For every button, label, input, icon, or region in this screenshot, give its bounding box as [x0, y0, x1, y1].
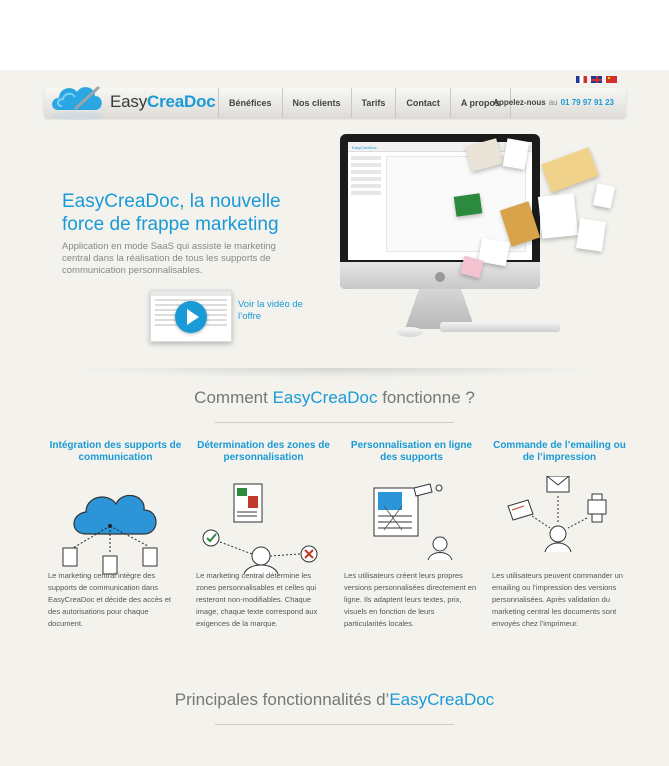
phone-contact: Appelez-nous au 01 79 97 91 23 — [493, 98, 614, 107]
hero-title: EasyCreaDoc, la nouvelle force de frappe… — [62, 191, 281, 235]
step-heading: Personnalisation en ligne des supports — [350, 440, 473, 463]
step-zones: Détermination des zones de personnalisat… — [196, 440, 331, 628]
step-heading: Intégration des supports de communicatio… — [49, 440, 182, 463]
features-title-rule — [215, 724, 454, 725]
nav-item-nos-clients[interactable]: Nos clients — [281, 88, 351, 118]
step-text: Les utilisateurs créent leurs propres ve… — [344, 571, 477, 628]
how-it-works-title: Comment EasyCreaDoc fonctionne ? — [0, 388, 669, 408]
email-print-order-icon — [492, 476, 627, 576]
nav-item-benefices[interactable]: Bénéfices — [218, 88, 282, 118]
section-shadow-divider — [70, 368, 599, 378]
how-title-prefix: Comment — [194, 388, 273, 407]
site-logo[interactable]: EasyCreaDoc — [48, 78, 216, 122]
apple-logo-icon — [435, 272, 445, 282]
phone-prefix: Appelez-nous — [493, 98, 546, 107]
hero-description: Application en mode SaaS qui assiste le … — [62, 241, 276, 276]
step-integration: Intégration des supports de communicatio… — [48, 440, 183, 628]
video-thumbnail[interactable] — [150, 290, 232, 342]
features-title: Principales fonctionnalités d’EasyCreaDo… — [0, 690, 669, 710]
play-icon[interactable] — [175, 301, 207, 333]
step-heading: Détermination des zones de personnalisat… — [197, 440, 330, 463]
flying-document — [576, 218, 606, 252]
step-personalisation: Personnalisation en ligne des supports L… — [344, 440, 479, 628]
step-text: Les utilisateurs peuvent commander un em… — [492, 571, 623, 628]
online-editing-icon — [344, 476, 479, 576]
how-title-rule — [215, 422, 454, 423]
language-switcher — [576, 76, 617, 83]
french-flag-icon[interactable] — [576, 76, 587, 83]
step-text: Le marketing central intègre des support… — [48, 571, 171, 628]
phone-number[interactable]: 01 79 97 91 23 — [561, 98, 614, 107]
china-flag-icon[interactable] — [606, 76, 617, 83]
how-title-brand: EasyCreaDoc — [272, 388, 378, 407]
flying-document — [453, 193, 483, 217]
flying-document — [537, 193, 579, 239]
step-heading: Commande de l’emailing ou de l’impressio… — [493, 440, 626, 463]
video-link[interactable]: Voir la vidéo de l’offre — [238, 299, 308, 323]
step-text: Le marketing central détermine les zones… — [196, 571, 318, 628]
nav-item-tarifs[interactable]: Tarifs — [350, 88, 396, 118]
mouse-illustration — [397, 327, 423, 337]
main-nav: Bénéfices Nos clients Tarifs Contact A p… — [218, 88, 512, 118]
uk-flag-icon[interactable] — [591, 76, 602, 83]
how-title-suffix: fonctionne ? — [377, 388, 475, 407]
zones-personalisation-icon — [196, 476, 331, 576]
logo-creadoc: CreaDoc — [147, 92, 216, 111]
logo-easy: Easy — [110, 92, 147, 111]
keyboard-illustration — [440, 322, 560, 332]
cloud-documents-icon — [48, 476, 183, 576]
step-commande: Commande de l’emailing ou de l’impressio… — [492, 440, 627, 628]
cloud-logo-icon — [48, 78, 106, 122]
logo-text: EasyCreaDoc — [110, 92, 216, 112]
features-title-prefix: Principales fonctionnalités d’ — [174, 690, 390, 709]
phone-ou: au — [548, 98, 558, 107]
features-title-brand: EasyCreaDoc — [389, 690, 495, 709]
nav-item-contact[interactable]: Contact — [395, 88, 450, 118]
